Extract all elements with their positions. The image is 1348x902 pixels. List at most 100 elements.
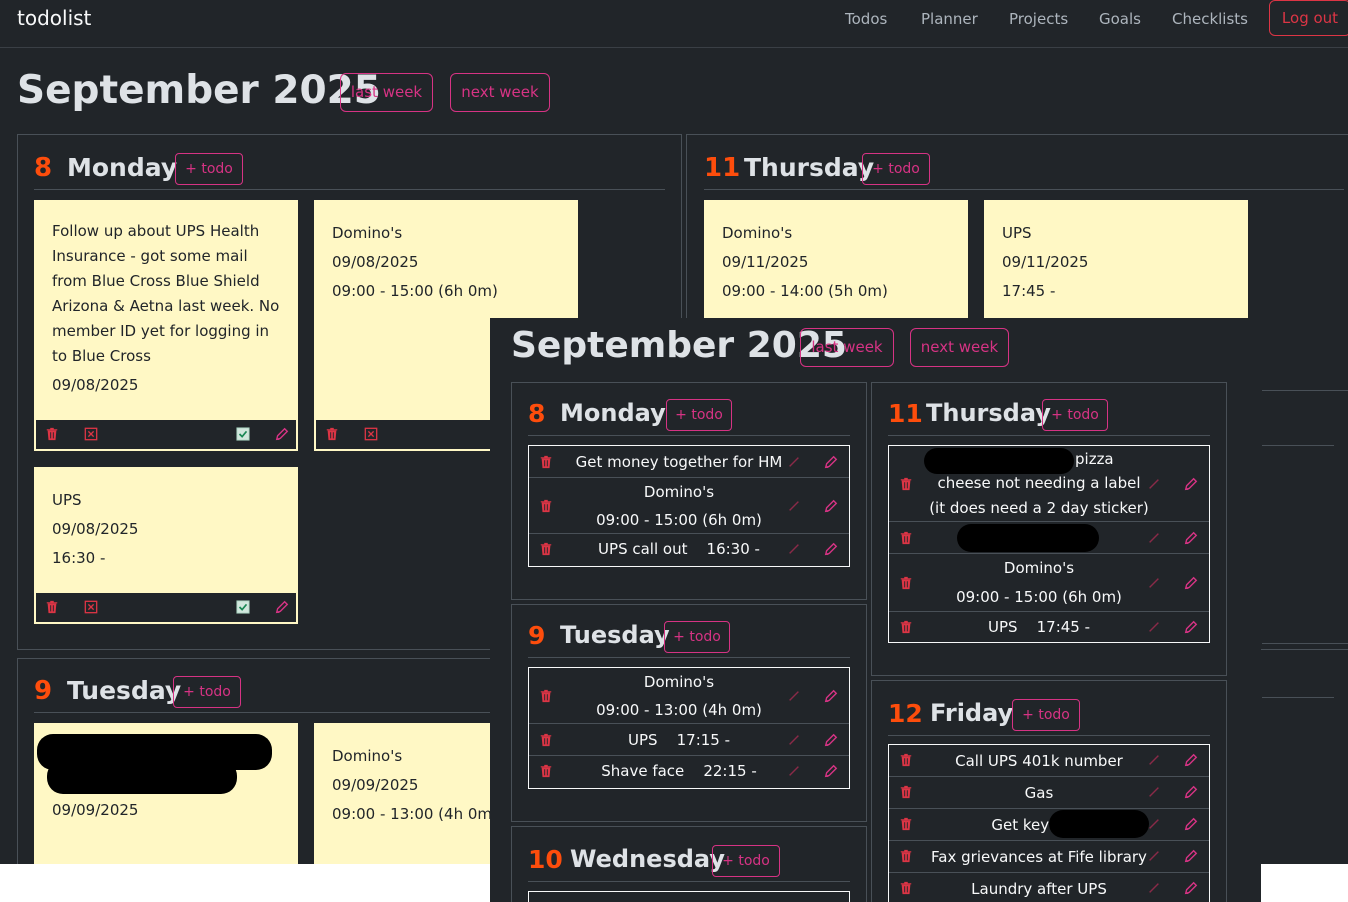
trash-icon[interactable] [899, 817, 913, 831]
list-item[interactable]: Call UPS 401k number [889, 745, 1209, 777]
trash-icon[interactable] [539, 455, 553, 469]
pencil-icon[interactable] [824, 542, 838, 556]
pencil-icon[interactable] [824, 764, 838, 778]
trash-icon[interactable] [899, 620, 913, 634]
trash-icon[interactable] [539, 499, 553, 513]
slash-icon[interactable] [1147, 477, 1161, 491]
nav-projects[interactable]: Projects [1009, 10, 1068, 28]
item-text: Laundry after UPS [971, 880, 1107, 898]
trash-icon[interactable] [539, 764, 553, 778]
pencil-icon[interactable] [1184, 477, 1198, 491]
slash-icon[interactable] [787, 764, 801, 778]
close-icon[interactable] [84, 600, 98, 614]
list-item[interactable]: Laundry after UPS [889, 873, 1209, 902]
next-week-button[interactable]: next week [910, 328, 1009, 367]
list-item[interactable]: Get money together for HM [529, 446, 849, 478]
pencil-icon[interactable] [1184, 785, 1198, 799]
list-item[interactable]: Get key to [889, 809, 1209, 841]
trash-icon[interactable] [899, 785, 913, 799]
last-week-button[interactable]: last week [340, 73, 433, 112]
pencil-icon[interactable] [1184, 576, 1198, 590]
list-item[interactable]: pizza cheese not needing a label (it doe… [889, 446, 1209, 522]
pencil-icon[interactable] [824, 455, 838, 469]
pencil-icon[interactable] [1184, 753, 1198, 767]
trash-icon[interactable] [899, 753, 913, 767]
trash-icon[interactable] [899, 531, 913, 545]
slash-icon[interactable] [1147, 785, 1161, 799]
slash-icon[interactable] [787, 689, 801, 703]
trash-icon[interactable] [899, 881, 913, 895]
todo-note[interactable]: Follow up about UPS Health Insurance - g… [34, 200, 298, 451]
list-item[interactable]: Shave face 22:15 - [529, 756, 849, 788]
close-icon[interactable] [364, 427, 378, 441]
nav-planner[interactable]: Planner [921, 10, 978, 28]
slash-icon[interactable] [1147, 881, 1161, 895]
list-item[interactable]: Domino's 09:00 - 13:00 (4h 0m) [529, 668, 849, 724]
trash-icon[interactable] [539, 733, 553, 747]
brand-logo[interactable]: todolist [17, 6, 91, 30]
slash-icon[interactable] [787, 455, 801, 469]
add-todo-button[interactable]: + todo [1042, 399, 1108, 431]
slash-icon[interactable] [1147, 849, 1161, 863]
slash-icon[interactable] [1147, 817, 1161, 831]
checkbox-icon[interactable] [236, 427, 250, 441]
slash-icon[interactable] [1147, 531, 1161, 545]
pencil-icon[interactable] [824, 733, 838, 747]
last-week-button[interactable]: last week [800, 328, 894, 367]
slash-icon[interactable] [787, 499, 801, 513]
pencil-icon[interactable] [275, 600, 289, 614]
pencil-icon[interactable] [1184, 849, 1198, 863]
nav-goals[interactable]: Goals [1099, 10, 1141, 28]
trash-icon[interactable] [325, 427, 339, 441]
list-item[interactable] [889, 522, 1209, 554]
item-text: Fax grievances at Fife library [931, 848, 1147, 866]
day-panel-monday: 8 Monday + todo Get money together for H… [511, 382, 867, 600]
list-item[interactable]: UPS 17:45 - [889, 612, 1209, 642]
item-text: Domino's [1003, 559, 1075, 577]
trash-icon[interactable] [45, 427, 59, 441]
pencil-icon[interactable] [1184, 881, 1198, 895]
note-time: 17:45 - [1002, 282, 1056, 300]
trash-icon[interactable] [539, 689, 553, 703]
add-todo-button[interactable]: + todo [862, 153, 930, 185]
todo-note[interactable]: Domino's 09/11/2025 09:00 - 14:00 (5h 0m… [704, 200, 968, 330]
slash-icon[interactable] [1147, 576, 1161, 590]
list-item[interactable]: UPS call out 16:30 - [529, 534, 849, 566]
trash-icon[interactable] [45, 600, 59, 614]
pencil-icon[interactable] [1184, 817, 1198, 831]
todo-note[interactable]: 09/09/2025 [34, 723, 298, 864]
add-todo-button[interactable]: + todo [175, 153, 243, 185]
item-time: 09:00 - 15:00 (6h 0m) [596, 511, 762, 529]
close-icon[interactable] [84, 427, 98, 441]
pencil-icon[interactable] [1184, 620, 1198, 634]
add-todo-button[interactable]: + todo [666, 399, 732, 431]
pencil-icon[interactable] [824, 499, 838, 513]
trash-icon[interactable] [899, 477, 913, 491]
list-item[interactable]: Gas [889, 777, 1209, 809]
add-todo-button[interactable]: + todo [1012, 699, 1080, 731]
nav-checklists[interactable]: Checklists [1172, 10, 1248, 28]
add-todo-button[interactable]: + todo [173, 676, 241, 708]
pencil-icon[interactable] [824, 689, 838, 703]
list-item[interactable]: Domino's 09:00 - 15:00 (6h 0m) [889, 554, 1209, 612]
checkbox-icon[interactable] [236, 600, 250, 614]
trash-icon[interactable] [899, 849, 913, 863]
trash-icon[interactable] [899, 576, 913, 590]
logout-button[interactable]: Log out [1269, 0, 1348, 36]
trash-icon[interactable] [539, 542, 553, 556]
slash-icon[interactable] [787, 733, 801, 747]
list-item[interactable]: UPS 17:15 - [529, 724, 849, 756]
list-item[interactable]: Domino's 09:00 - 15:00 (6h 0m) [529, 478, 849, 534]
todo-note[interactable]: UPS 09/11/2025 17:45 - [984, 200, 1248, 330]
todo-note[interactable]: UPS 09/08/2025 16:30 - [34, 467, 298, 624]
slash-icon[interactable] [787, 542, 801, 556]
pencil-icon[interactable] [1184, 531, 1198, 545]
slash-icon[interactable] [1147, 620, 1161, 634]
slash-icon[interactable] [1147, 753, 1161, 767]
add-todo-button[interactable]: + todo [712, 845, 780, 877]
next-week-button[interactable]: next week [450, 73, 550, 112]
nav-todos[interactable]: Todos [845, 10, 887, 28]
pencil-icon[interactable] [275, 427, 289, 441]
add-todo-button[interactable]: + todo [664, 621, 730, 653]
list-item[interactable]: Fax grievances at Fife library [889, 841, 1209, 873]
